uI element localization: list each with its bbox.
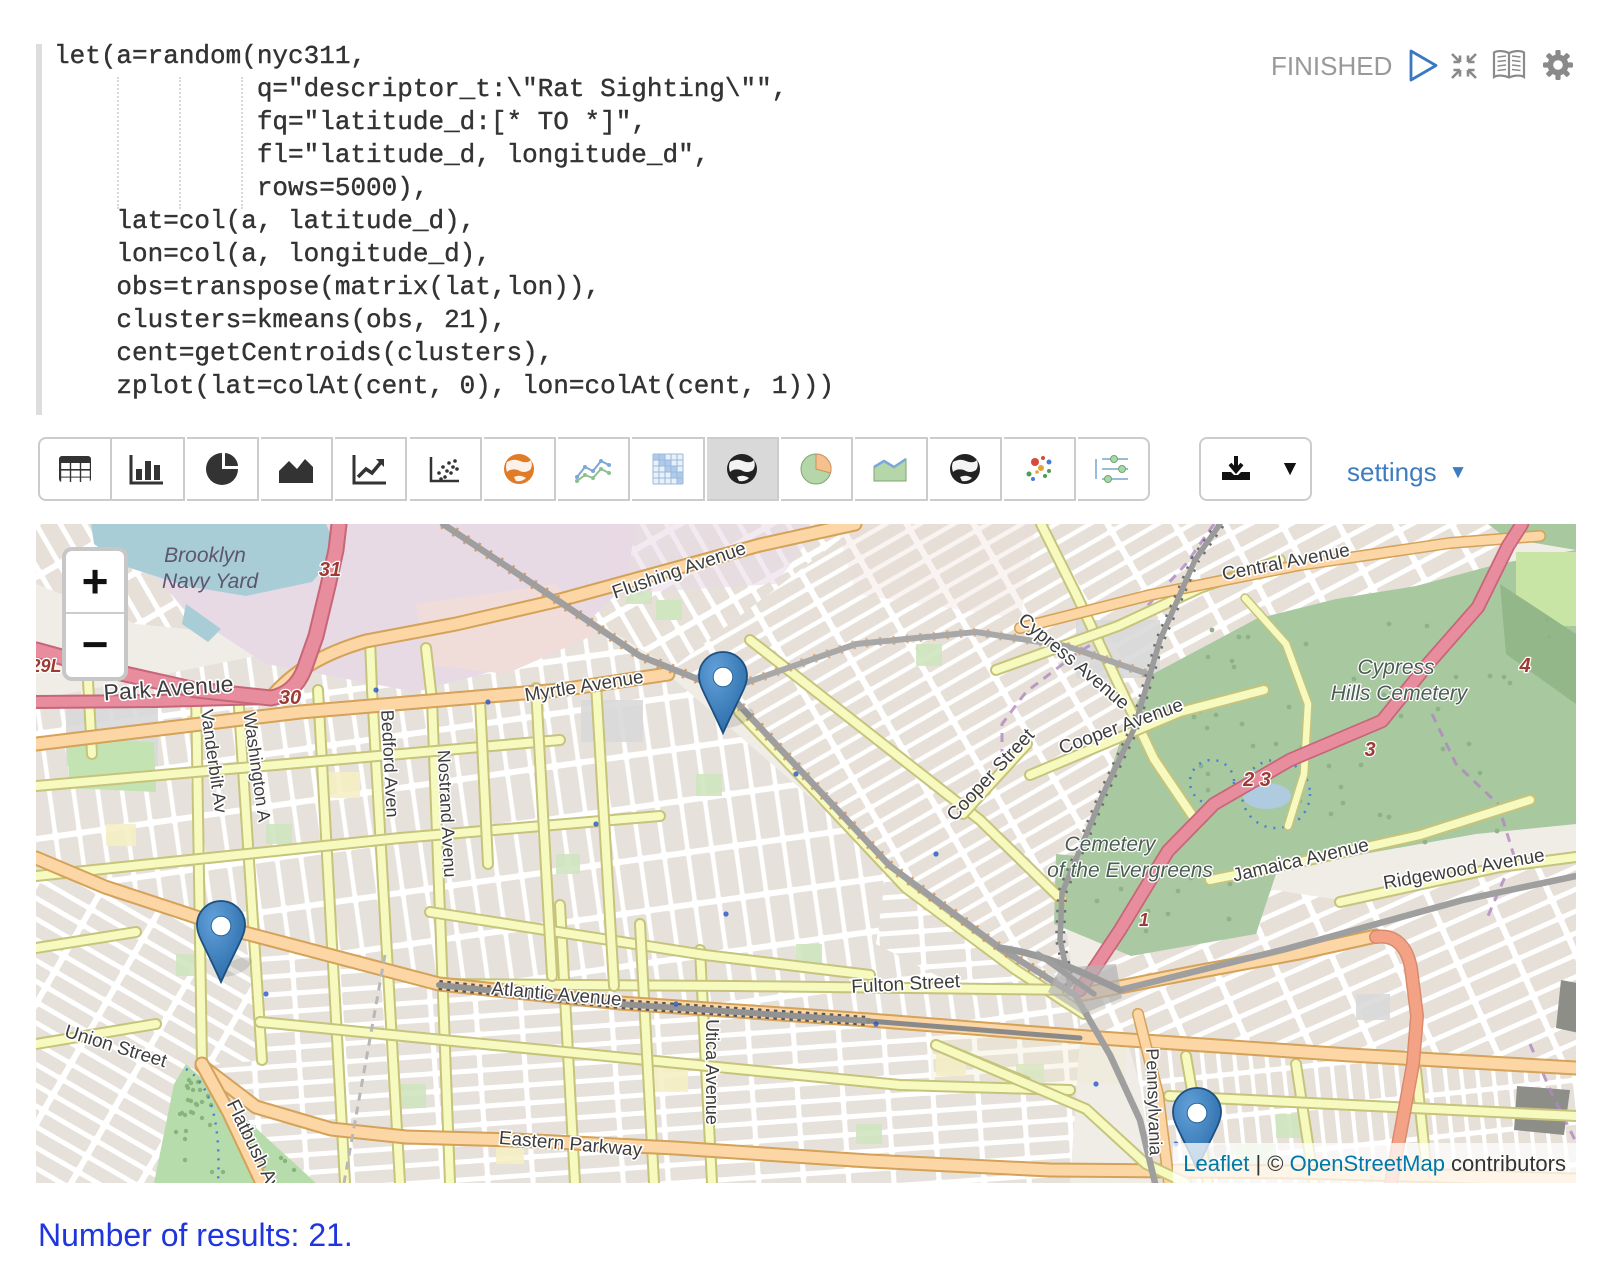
svg-text:31: 31 bbox=[319, 559, 341, 581]
svg-text:Cypress: Cypress bbox=[1357, 656, 1435, 679]
svg-text:Hills Cemetery: Hills Cemetery bbox=[1331, 682, 1469, 705]
svg-text:Utica Avenue: Utica Avenue bbox=[702, 1019, 722, 1125]
svg-text:4: 4 bbox=[1518, 655, 1530, 677]
svg-text:Pennsylvania: Pennsylvania bbox=[1142, 1048, 1166, 1157]
svg-text:of the Evergreens: of the Evergreens bbox=[1047, 859, 1213, 882]
svg-text:1: 1 bbox=[1139, 910, 1149, 930]
svg-text:Navy Yard: Navy Yard bbox=[162, 570, 259, 593]
svg-text:3: 3 bbox=[1364, 739, 1375, 761]
svg-text:2 3: 2 3 bbox=[1242, 769, 1271, 791]
svg-text:29L: 29L bbox=[36, 656, 62, 676]
svg-text:Cemetery: Cemetery bbox=[1064, 833, 1157, 856]
svg-text:Brooklyn: Brooklyn bbox=[164, 544, 246, 567]
svg-text:30: 30 bbox=[279, 687, 301, 709]
